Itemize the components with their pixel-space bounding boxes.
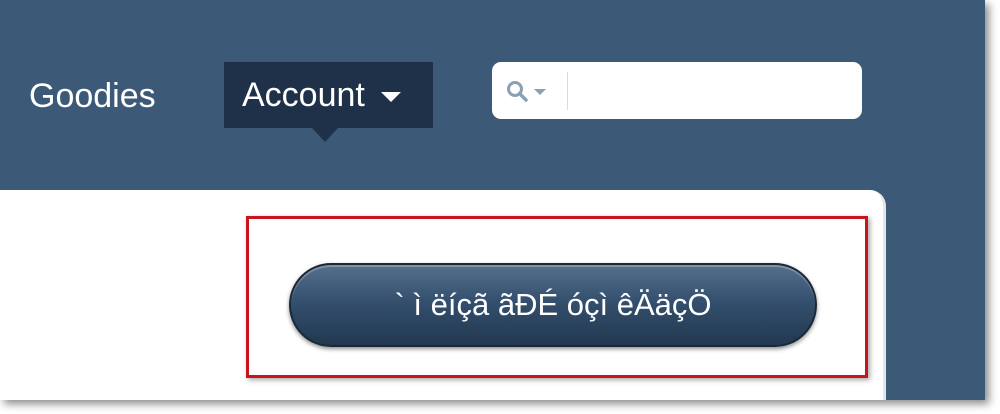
app-window: Goodies Account ` ì ëíçã ãÐÉ óçì êÄäçÖ	[0, 0, 985, 400]
menu-pointer-arrow	[312, 128, 338, 142]
search-icon[interactable]	[506, 80, 528, 102]
content-panel: ` ì ëíçã ãÐÉ óçì êÄäçÖ	[0, 190, 886, 400]
nav-account-label: Account	[242, 75, 365, 114]
highlight-box: ` ì ëíçã ãÐÉ óçì êÄäçÖ	[246, 216, 868, 378]
chevron-down-icon	[380, 92, 401, 102]
search-box	[492, 62, 862, 119]
action-button[interactable]: ` ì ëíçã ãÐÉ óçì êÄäçÖ	[289, 263, 817, 347]
search-divider	[567, 72, 568, 110]
search-input[interactable]	[574, 70, 848, 112]
nav-goodies[interactable]: Goodies	[29, 76, 156, 116]
search-options-chevron-icon[interactable]	[534, 89, 546, 95]
nav-account-menu[interactable]: Account	[224, 62, 433, 128]
